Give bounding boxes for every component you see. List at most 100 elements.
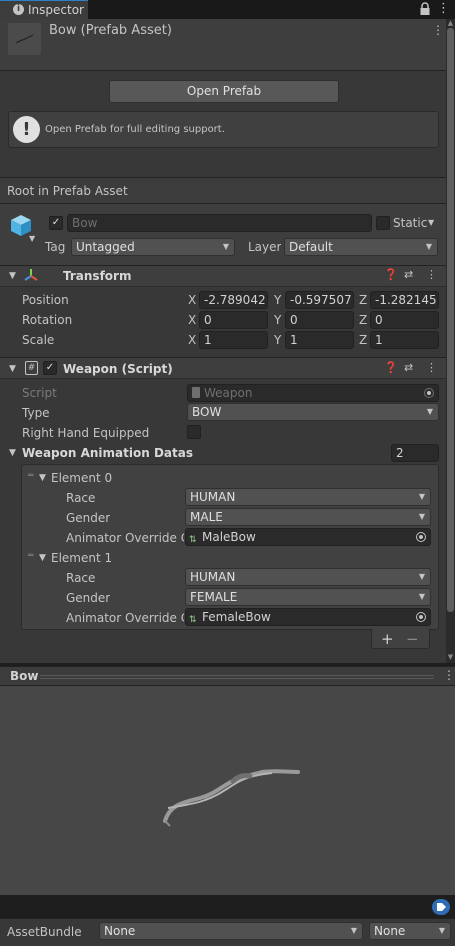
rotation-y-field[interactable]: 0 bbox=[285, 311, 354, 329]
script-label: Script bbox=[22, 386, 57, 400]
assetbundle-variant-dropdown[interactable]: None ▼ bbox=[369, 922, 451, 940]
override-label: Animator Override Co bbox=[66, 531, 184, 545]
info-icon: i bbox=[13, 4, 24, 15]
more-icon[interactable]: ⋮ bbox=[426, 268, 437, 281]
root-label: Root in Prefab Asset bbox=[7, 184, 128, 198]
layer-value: Default bbox=[289, 240, 333, 254]
axis-y-label: Y bbox=[274, 293, 282, 307]
fold-arrow-icon[interactable]: ▼ bbox=[9, 364, 16, 374]
animator-override-icon: ⇅ bbox=[189, 615, 197, 625]
race-label: Race bbox=[66, 491, 96, 505]
override-value: MaleBow bbox=[202, 530, 256, 544]
object-picker-icon bbox=[424, 388, 434, 398]
chevron-down-icon: ▼ bbox=[426, 407, 433, 416]
more-icon[interactable]: ⋮ bbox=[437, 1, 450, 16]
axis-y-label: Y bbox=[274, 313, 282, 327]
type-dropdown[interactable]: BOW ▼ bbox=[187, 403, 439, 421]
tag-dropdown[interactable]: Untagged ▼ bbox=[71, 238, 235, 256]
tag-icon[interactable] bbox=[432, 899, 450, 915]
static-checkbox[interactable] bbox=[376, 216, 390, 230]
fold-arrow-icon[interactable]: ▼ bbox=[9, 271, 16, 281]
settings-icon[interactable]: ⇄ bbox=[404, 268, 413, 281]
preview-viewport[interactable] bbox=[0, 686, 455, 895]
datas-count-field[interactable]: 2 bbox=[391, 444, 439, 462]
component-enabled-checkbox[interactable]: ✓ bbox=[43, 361, 57, 375]
rotation-z-field[interactable]: 0 bbox=[370, 311, 439, 329]
script-field: Weapon bbox=[187, 384, 439, 402]
scale-x-field[interactable]: 1 bbox=[199, 331, 268, 349]
axis-x-label: X bbox=[188, 313, 197, 327]
drag-handle-icon[interactable]: ═ bbox=[28, 551, 33, 561]
preview-header[interactable] bbox=[0, 666, 455, 686]
preview-divider bbox=[40, 675, 434, 676]
fold-arrow-icon[interactable]: ▼ bbox=[9, 448, 16, 458]
more-icon[interactable]: ⋮ bbox=[443, 668, 455, 682]
active-checkbox[interactable]: ✓ bbox=[49, 216, 63, 230]
chevron-down-icon[interactable]: ▼ bbox=[29, 234, 35, 243]
scroll-down-icon[interactable]: ▼ bbox=[446, 653, 455, 662]
scale-z-field[interactable]: 1 bbox=[370, 331, 439, 349]
axis-x-label: X bbox=[188, 333, 197, 347]
axis-y-label: Y bbox=[274, 333, 282, 347]
gender-dropdown[interactable]: MALE ▼ bbox=[185, 508, 431, 526]
datas-label[interactable]: Weapon Animation Datas bbox=[22, 446, 193, 460]
position-z-field[interactable]: -1.282145 bbox=[370, 291, 439, 309]
layer-dropdown[interactable]: Default ▼ bbox=[284, 238, 438, 256]
chevron-down-icon: ▼ bbox=[350, 926, 357, 935]
help-icon[interactable]: ❓ bbox=[384, 268, 398, 281]
object-picker-icon[interactable] bbox=[416, 612, 426, 622]
override-value: FemaleBow bbox=[202, 610, 271, 624]
race-value: HUMAN bbox=[190, 490, 236, 504]
override-field[interactable]: ⇅ FemaleBow bbox=[185, 608, 431, 626]
transform-icon bbox=[24, 269, 38, 281]
assetbundle-name-dropdown[interactable]: None ▼ bbox=[99, 922, 363, 940]
element-label[interactable]: Element 1 bbox=[51, 551, 112, 565]
remove-element-button[interactable]: − bbox=[406, 630, 419, 648]
fold-arrow-icon[interactable]: ▼ bbox=[39, 473, 46, 483]
axis-z-label: Z bbox=[359, 333, 368, 347]
gender-value: FEMALE bbox=[190, 590, 238, 604]
animator-override-icon: ⇅ bbox=[189, 535, 197, 545]
chevron-down-icon: ▼ bbox=[418, 592, 425, 601]
open-prefab-button[interactable]: Open Prefab bbox=[109, 80, 339, 103]
gameobject-name-field[interactable]: Bow bbox=[67, 214, 372, 232]
element-label[interactable]: Element 0 bbox=[51, 471, 112, 485]
list-footer bbox=[371, 629, 430, 649]
override-field[interactable]: ⇅ MaleBow bbox=[185, 528, 431, 546]
tab-inspector[interactable]: i Inspector bbox=[0, 0, 88, 19]
more-icon[interactable]: ⋮ bbox=[426, 361, 437, 374]
chevron-down-icon[interactable]: ▼ bbox=[428, 218, 434, 227]
axis-x-label: X bbox=[188, 293, 197, 307]
position-y-field[interactable]: -0.597507 bbox=[285, 291, 354, 309]
gender-dropdown[interactable]: FEMALE ▼ bbox=[185, 588, 431, 606]
scroll-up-icon[interactable]: ▲ bbox=[446, 19, 455, 28]
position-x-field[interactable]: -2.789042 bbox=[199, 291, 268, 309]
race-label: Race bbox=[66, 571, 96, 585]
warning-icon: ! bbox=[13, 116, 40, 143]
chevron-down-icon: ▼ bbox=[425, 242, 432, 251]
scrollbar-thumb[interactable] bbox=[447, 28, 454, 612]
add-element-button[interactable]: + bbox=[381, 630, 394, 648]
rotation-label: Rotation bbox=[22, 313, 73, 327]
help-icon[interactable]: ❓ bbox=[384, 361, 398, 374]
weapon-script-title: Weapon (Script) bbox=[63, 362, 173, 376]
race-dropdown[interactable]: HUMAN ▼ bbox=[185, 488, 431, 506]
more-icon[interactable]: ⋮ bbox=[432, 23, 444, 37]
lock-icon[interactable] bbox=[419, 2, 431, 16]
chevron-down-icon: ▼ bbox=[418, 512, 425, 521]
object-picker-icon[interactable] bbox=[416, 532, 426, 542]
chevron-down-icon: ▼ bbox=[418, 572, 425, 581]
settings-icon[interactable]: ⇄ bbox=[404, 361, 413, 374]
rotation-x-field[interactable]: 0 bbox=[199, 311, 268, 329]
right-hand-checkbox[interactable] bbox=[187, 425, 201, 439]
fold-arrow-icon[interactable]: ▼ bbox=[39, 553, 46, 563]
drag-handle-icon[interactable]: ═ bbox=[28, 471, 33, 481]
help-text: Open Prefab for full editing support. bbox=[45, 124, 225, 135]
race-dropdown[interactable]: HUMAN ▼ bbox=[185, 568, 431, 586]
axis-z-label: Z bbox=[359, 293, 368, 307]
gender-label: Gender bbox=[66, 511, 111, 525]
scale-y-field[interactable]: 1 bbox=[285, 331, 354, 349]
position-label: Position bbox=[22, 293, 69, 307]
chevron-down-icon: ▼ bbox=[222, 242, 229, 251]
script-value: Weapon bbox=[204, 386, 253, 400]
